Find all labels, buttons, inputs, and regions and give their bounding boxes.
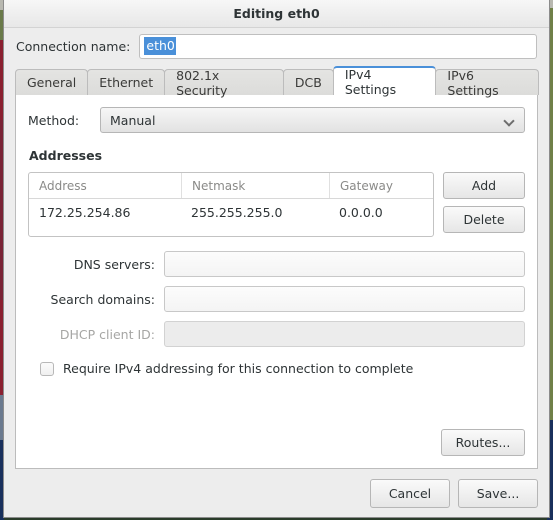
tab-ipv4-settings[interactable]: IPv4 Settings	[332, 66, 437, 97]
ipv4-settings-panel: Method: Manual Addresses Address Netmask…	[15, 94, 538, 469]
routes-button[interactable]: Routes...	[441, 429, 525, 456]
tab-general[interactable]: General	[15, 69, 89, 95]
dns-servers-label: DNS servers:	[73, 256, 155, 272]
connection-name-row: Connection name: eth0	[4, 28, 549, 64]
addresses-table[interactable]: Address Netmask Gateway 172.25.254.86 25…	[28, 172, 434, 237]
method-select[interactable]: Manual	[100, 107, 525, 133]
table-row[interactable]: 172.25.254.86 255.255.255.0 0.0.0.0	[29, 199, 433, 225]
cell-address[interactable]: 172.25.254.86	[29, 199, 181, 225]
require-ipv4-label: Require IPv4 addressing for this connect…	[63, 361, 414, 376]
require-ipv4-checkbox[interactable]	[40, 361, 54, 376]
tab-ipv6-settings-label: IPv6 Settings	[447, 67, 499, 98]
tab-ipv4-settings-label: IPv4 Settings	[344, 66, 397, 97]
search-domains-label: Search domains:	[50, 291, 155, 307]
tab-strip: General Ethernet 802.1x Security DCB IPv…	[15, 66, 539, 98]
column-header-netmask: Netmask	[181, 173, 329, 198]
tab-ethernet-label: Ethernet	[99, 75, 154, 90]
dns-servers-row: DNS servers:	[28, 251, 525, 277]
delete-button[interactable]: Delete	[443, 206, 525, 233]
address-buttons: Add Delete	[443, 172, 525, 237]
column-header-gateway: Gateway	[329, 173, 433, 198]
cell-gateway[interactable]: 0.0.0.0	[329, 199, 433, 225]
dialog-action-bar: Cancel Save...	[4, 469, 549, 517]
routes-row: Routes...	[28, 429, 525, 458]
tab-ipv6-settings[interactable]: IPv6 Settings	[435, 67, 539, 98]
method-selected-value: Manual	[110, 112, 156, 128]
search-domains-row: Search domains:	[28, 286, 525, 312]
connection-name-value: eth0	[144, 37, 176, 55]
tab-dcb-label: DCB	[294, 75, 322, 90]
addresses-area: Address Netmask Gateway 172.25.254.86 25…	[28, 172, 525, 237]
tab-dcb[interactable]: DCB	[282, 69, 334, 95]
tab-general-label: General	[27, 75, 77, 90]
save-button[interactable]: Save...	[458, 478, 538, 508]
require-ipv4-row[interactable]: Require IPv4 addressing for this connect…	[40, 361, 525, 376]
chevron-down-icon	[504, 117, 515, 124]
column-header-address: Address	[39, 178, 87, 193]
dhcp-client-id-row: DHCP client ID:	[28, 321, 525, 347]
dhcp-client-id-label: DHCP client ID:	[59, 326, 155, 342]
editing-connection-dialog: Editing eth0 Connection name: eth0 Gener…	[3, 0, 550, 518]
connection-name-input[interactable]: eth0	[139, 33, 537, 59]
search-domains-input[interactable]	[164, 286, 525, 312]
tab-ethernet[interactable]: Ethernet	[87, 69, 166, 95]
method-row: Method: Manual	[28, 107, 525, 133]
cell-netmask[interactable]: 255.255.255.0	[181, 199, 329, 225]
cancel-button[interactable]: Cancel	[370, 478, 450, 508]
method-label: Method:	[28, 112, 80, 128]
tab-8021x-security-label: 802.1x Security	[176, 67, 228, 98]
settings-notebook: General Ethernet 802.1x Security DCB IPv…	[15, 66, 539, 469]
addresses-heading: Addresses	[29, 148, 103, 163]
table-header-row: Address Netmask Gateway	[29, 173, 433, 199]
connection-name-label: Connection name:	[16, 38, 131, 54]
add-button[interactable]: Add	[443, 172, 525, 199]
dns-servers-input[interactable]	[164, 251, 525, 277]
dhcp-client-id-input	[164, 321, 525, 347]
dialog-title: Editing eth0	[233, 6, 320, 21]
tab-8021x-security[interactable]: 802.1x Security	[164, 67, 284, 98]
dialog-titlebar: Editing eth0	[4, 0, 549, 28]
